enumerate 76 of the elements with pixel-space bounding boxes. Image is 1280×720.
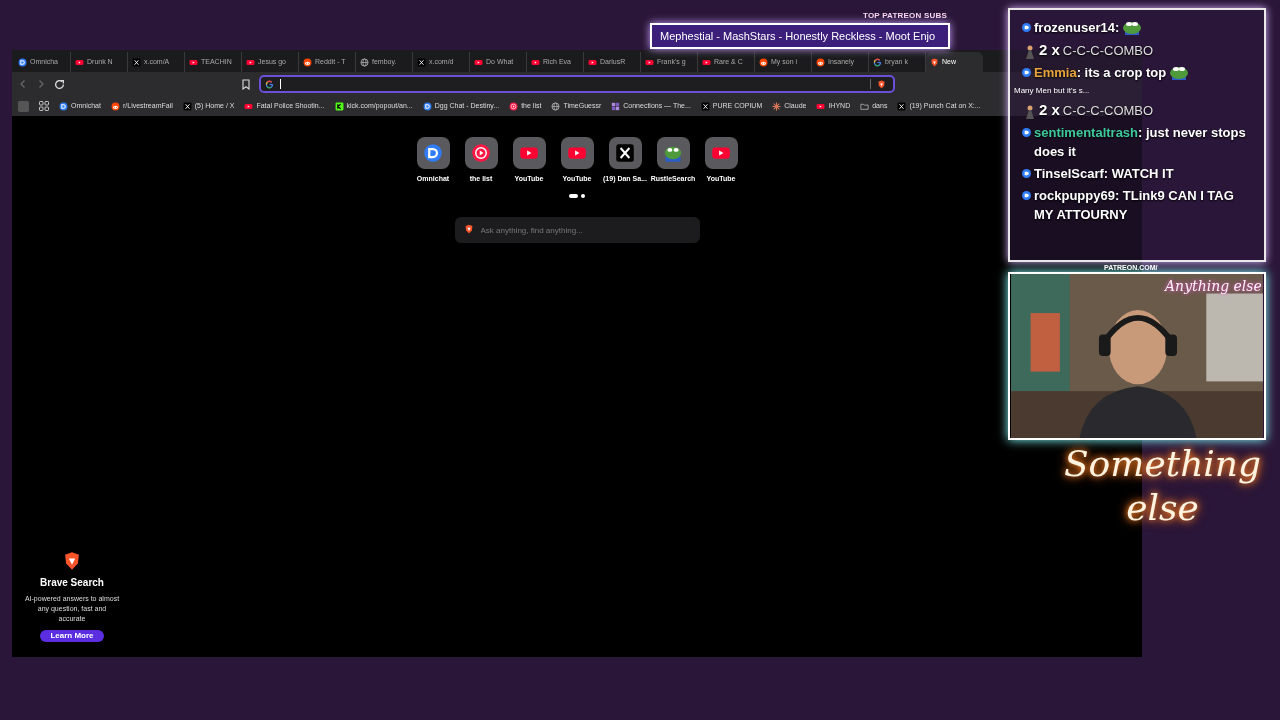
shield-icon: [930, 57, 939, 67]
x-logo-icon: [417, 57, 426, 67]
ring-icon: [265, 79, 274, 89]
chat-badge-icon: [1022, 68, 1031, 77]
round-logo-icon: [303, 57, 312, 67]
address-field[interactable]: [259, 75, 895, 93]
play-circle-icon: [471, 143, 491, 163]
starburst-icon: [772, 101, 782, 111]
ring-logo-icon: [423, 143, 443, 163]
chat-badge-icon: [1022, 128, 1031, 137]
combo-text: C-C-C-COMBO: [1062, 43, 1154, 58]
chat-message: rockpuppy69: TLink9 CAN I TAG MY ATTOURNY: [1034, 187, 1235, 224]
x-logo-icon: [182, 101, 192, 111]
shield-icon: [62, 551, 82, 571]
apps-grid-icon: [39, 101, 49, 111]
play-button-icon: [244, 101, 254, 111]
shortcut-tile[interactable]: [704, 137, 738, 169]
emote-icon: [1024, 44, 1036, 59]
play-button-icon: [474, 57, 483, 67]
round-logo-icon: [816, 57, 825, 67]
chat-badge-icon: [1022, 169, 1031, 178]
x-logo-icon: [615, 143, 635, 163]
play-button-icon: [189, 57, 198, 67]
round-logo-icon: [110, 101, 120, 111]
signature-text: Anything else: [1165, 277, 1262, 296]
grid-icon: [611, 101, 621, 111]
x-logo-icon: [700, 101, 710, 111]
back-icon: [18, 79, 28, 89]
play-button-icon: [531, 57, 540, 67]
shield-icon: [463, 223, 474, 234]
play-button-icon: [75, 57, 84, 67]
shortcut-tile[interactable]: [512, 137, 546, 169]
chat-message: frozenuser14:: [1034, 19, 1120, 37]
play-button-icon: [645, 57, 654, 67]
play-button-icon: [246, 57, 255, 67]
play-circle-icon: [509, 101, 519, 111]
shortcut-tile[interactable]: [464, 137, 498, 169]
ring-logo-icon: [18, 57, 27, 67]
chat-badge-icon: [1022, 23, 1031, 32]
globe-icon: [551, 101, 561, 111]
play-button-icon: [588, 57, 597, 67]
globe-icon: [360, 57, 369, 67]
x-logo-icon: [897, 101, 907, 111]
round-logo-icon: [759, 57, 768, 67]
chat-badge-icon: [1022, 191, 1031, 200]
ticker-text: Mephestial - MashStars - Honestly Reckless - Moot Enjo: [660, 28, 936, 44]
search-field[interactable]: Ask anything, find anything...: [454, 217, 700, 243]
square-logo-icon: [334, 101, 344, 111]
bookmark-icon: [241, 78, 251, 90]
shortcut-tile[interactable]: [656, 137, 690, 169]
play-button-icon: [816, 101, 826, 111]
folder-icon: [860, 101, 870, 111]
ring-logo-icon: [422, 101, 432, 111]
emote-icon: [1024, 104, 1036, 119]
promo-title: Brave Search: [40, 576, 104, 590]
top-subs-title: TOP PATREON SUBS: [863, 10, 947, 22]
ring-icon: [873, 57, 882, 67]
x-logo-icon: [132, 57, 141, 67]
media-popup-text: Many Men but it's s...: [1014, 85, 1091, 97]
chat-message: Emmia: its a crop top: [1034, 64, 1167, 82]
combo-count: 2 x: [1039, 101, 1060, 118]
chat-message: TinselScarf: WATCH IT: [1034, 165, 1174, 183]
play-button-icon: [702, 57, 711, 67]
shortcut-tile[interactable]: [560, 137, 594, 169]
forward-icon: [36, 79, 46, 89]
shortcut-tile[interactable]: [608, 137, 642, 169]
combo-count: 2 x: [1039, 41, 1060, 58]
learn-more-button[interactable]: Learn More: [40, 630, 104, 642]
reload-icon: [54, 78, 65, 90]
chat-message: sentimentaltrash: just never stops does it: [1034, 124, 1247, 161]
ring-logo-icon: [59, 101, 68, 111]
neon-sign-text: Something else: [1062, 442, 1263, 530]
shield-icon: [877, 79, 886, 89]
shortcut-tile[interactable]: [416, 137, 450, 169]
square-icon: [18, 100, 29, 112]
combo-text: C-C-C-COMBO: [1062, 103, 1154, 118]
